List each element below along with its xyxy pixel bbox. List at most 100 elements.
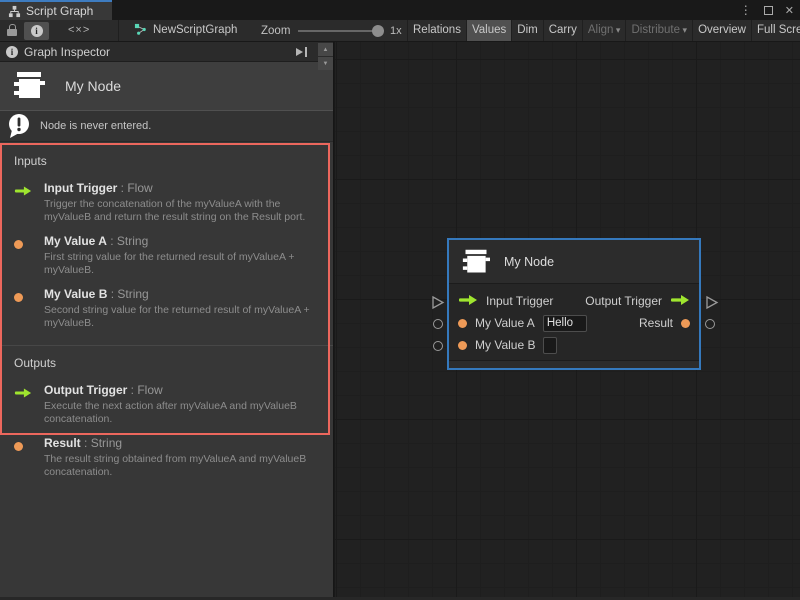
my-value-b-port-icon[interactable] <box>458 341 467 350</box>
graph-inspector-header: Graph Inspector <box>0 42 333 62</box>
port-type: : Flow <box>117 181 152 195</box>
graph-inspector-panel: Graph Inspector My Node Node is never en… <box>0 42 334 597</box>
port-description: First string value for the returned resu… <box>44 251 319 276</box>
relations-button[interactable]: Relations <box>407 20 466 41</box>
input-trigger-port-icon[interactable] <box>458 292 478 310</box>
port-entry-result: Result : String The result string obtain… <box>14 437 319 478</box>
port-entry-my-value-a: My Value A : String First string value f… <box>14 235 319 276</box>
my-value-b-label: My Value B <box>475 338 535 352</box>
graph-toolbar: NewScriptGraph Zoom 1x Relations Values … <box>0 20 800 42</box>
external-value-port-left-a[interactable] <box>433 319 443 329</box>
warning-bubble-icon <box>7 113 31 139</box>
output-trigger-label: Output Trigger <box>585 294 662 308</box>
unity-visual-scripting-window: { "window": { "tab_title": "Script Graph… <box>0 0 800 600</box>
inspected-node-header: My Node <box>0 62 333 110</box>
external-flow-port-left[interactable] <box>430 295 445 310</box>
port-name: My Value B <box>44 287 107 301</box>
zoom-label: Zoom <box>261 25 290 37</box>
dock-right-icon[interactable] <box>295 46 309 58</box>
tab-title: Script Graph <box>26 4 93 18</box>
outputs-section-title: Outputs <box>14 356 319 370</box>
tab-script-graph[interactable]: Script Graph <box>0 0 112 20</box>
node-header[interactable]: My Node <box>449 240 699 284</box>
port-documentation: Inputs Input Trigger : Flow Trigger the … <box>0 142 333 478</box>
my-node[interactable]: My Node Input Trigger Output Trigger <box>447 238 701 370</box>
port-name: Result <box>44 436 81 450</box>
inspected-node-title: My Node <box>65 78 121 94</box>
section-divider <box>0 345 333 346</box>
window-controls <box>740 0 794 20</box>
align-label: Align <box>588 24 621 36</box>
script-graph-icon <box>134 23 147 36</box>
dim-button[interactable]: Dim <box>511 20 542 41</box>
graph-inspector-title: Graph Inspector <box>24 45 110 59</box>
graph-breadcrumb[interactable]: NewScriptGraph <box>134 23 237 36</box>
my-value-a-input[interactable] <box>543 315 587 332</box>
port-type: : String <box>107 287 148 301</box>
output-trigger-port-icon[interactable] <box>670 292 690 310</box>
port-description: Second string value for the returned res… <box>44 304 319 329</box>
port-entry-output-trigger: Output Trigger : Flow Execute the next a… <box>14 384 319 425</box>
align-dropdown[interactable]: Align <box>582 20 626 41</box>
port-entry-input-trigger: Input Trigger : Flow Trigger the concate… <box>14 182 319 223</box>
inspector-scroll-spinner <box>318 43 333 70</box>
node-footer <box>449 360 699 368</box>
port-type: : String <box>107 234 148 248</box>
toolbar-separator <box>118 20 119 41</box>
port-description: Trigger the concatenation of the myValue… <box>44 198 319 223</box>
result-label: Result <box>639 316 673 330</box>
port-type: : Flow <box>127 383 162 397</box>
node-title: My Node <box>504 255 554 269</box>
flow-port-icon <box>14 385 32 403</box>
my-value-a-label: My Value A <box>475 316 535 330</box>
carry-button[interactable]: Carry <box>543 20 582 41</box>
external-value-port-right[interactable] <box>705 319 715 329</box>
port-description: The result string obtained from myValueA… <box>44 453 319 478</box>
node-body: Input Trigger Output Trigger My Value A … <box>449 284 699 356</box>
scroll-up-icon[interactable] <box>318 43 333 56</box>
zoom-slider-knob[interactable] <box>372 25 384 37</box>
inspector-toggle-button[interactable] <box>24 22 49 40</box>
port-name: My Value A <box>44 234 107 248</box>
toolbar-buttons: Relations Values Dim Carry Align Distrib… <box>407 20 800 41</box>
distribute-label: Distribute <box>631 24 687 36</box>
warning-box: Node is never entered. <box>0 110 333 142</box>
port-name: Input Trigger <box>44 181 117 195</box>
input-trigger-label: Input Trigger <box>486 294 553 308</box>
info-icon <box>31 25 43 37</box>
info-icon <box>6 46 18 58</box>
node-icon <box>460 248 492 276</box>
full-screen-button[interactable]: Full Screen <box>751 20 800 41</box>
inputs-section-title: Inputs <box>14 154 319 168</box>
graph-hierarchy-icon <box>8 5 21 18</box>
graph-canvas[interactable]: My Node Input Trigger Output Trigger <box>335 42 800 597</box>
port-description: Execute the next action after myValueA a… <box>44 400 319 425</box>
code-view-icon[interactable] <box>68 24 90 36</box>
zoom-value: 1x <box>390 25 402 37</box>
scroll-down-icon[interactable] <box>318 57 333 70</box>
close-icon[interactable] <box>785 1 794 19</box>
my-value-b-input[interactable] <box>543 337 557 354</box>
value-port-icon <box>14 293 23 302</box>
port-type: : String <box>81 436 122 450</box>
node-icon <box>10 70 48 102</box>
result-port-icon[interactable] <box>681 319 690 328</box>
port-entry-my-value-b: My Value B : String Second string value … <box>14 288 319 329</box>
port-name: Output Trigger <box>44 383 127 397</box>
graph-name: NewScriptGraph <box>153 24 237 36</box>
flow-port-icon <box>14 183 32 201</box>
overview-button[interactable]: Overview <box>692 20 751 41</box>
value-port-icon <box>14 442 23 451</box>
tab-bar: Script Graph <box>0 0 800 20</box>
lock-icon[interactable] <box>7 29 17 36</box>
my-value-a-port-icon[interactable] <box>458 319 467 328</box>
value-port-icon <box>14 240 23 249</box>
external-value-port-left-b[interactable] <box>433 341 443 351</box>
maximize-icon[interactable] <box>764 6 773 15</box>
warning-text: Node is never entered. <box>40 120 151 132</box>
external-flow-port-right[interactable] <box>704 295 719 310</box>
more-options-icon[interactable] <box>740 1 752 19</box>
zoom-slider-track[interactable] <box>298 30 378 32</box>
values-button[interactable]: Values <box>466 20 511 41</box>
distribute-dropdown[interactable]: Distribute <box>625 20 692 41</box>
